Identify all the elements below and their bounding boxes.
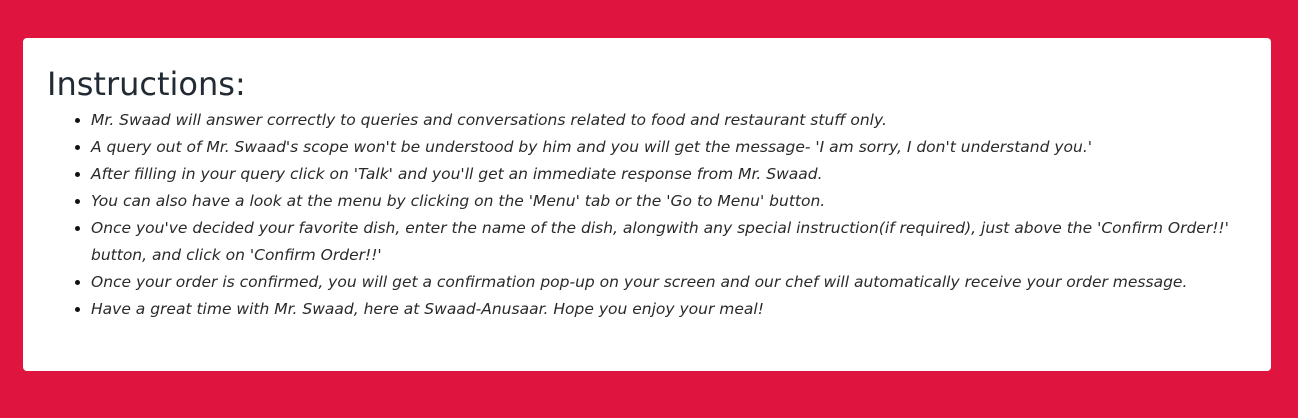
instructions-title: Instructions:: [47, 65, 246, 103]
instruction-item: After filling in your query click on 'Ta…: [91, 161, 1247, 188]
instructions-card: Instructions: Mr. Swaad will answer corr…: [23, 38, 1271, 371]
instructions-list: Mr. Swaad will answer correctly to queri…: [47, 107, 1247, 323]
instruction-item: Mr. Swaad will answer correctly to queri…: [91, 107, 1247, 134]
instruction-item: Once you've decided your favorite dish, …: [91, 215, 1247, 269]
instruction-item: Have a great time with Mr. Swaad, here a…: [91, 296, 1247, 323]
instruction-item: A query out of Mr. Swaad's scope won't b…: [91, 134, 1247, 161]
instruction-item: Once your order is confirmed, you will g…: [91, 269, 1247, 296]
instruction-item: You can also have a look at the menu by …: [91, 188, 1247, 215]
